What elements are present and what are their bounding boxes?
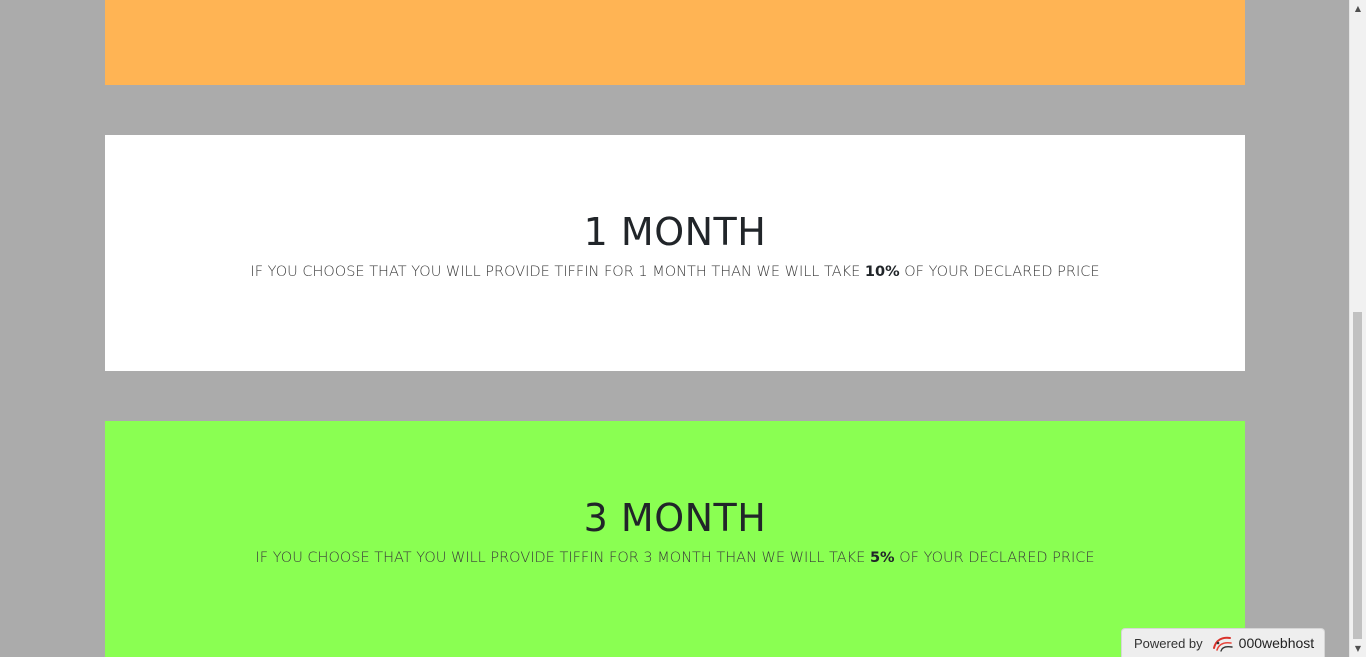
page: 1 MONTH IF YOU CHOOSE THAT YOU WILL PROV… <box>0 0 1366 657</box>
plan-percent: 5% <box>869 550 895 566</box>
plan-description-prefix: IF YOU CHOOSE THAT YOU WILL PROVIDE TIFF… <box>255 550 870 566</box>
scrollbar-thumb[interactable] <box>1353 312 1362 639</box>
one-month-plan-card: 1 MONTH IF YOU CHOOSE THAT YOU WILL PROV… <box>105 135 1245 371</box>
plan-description-suffix: OF YOUR DECLARED PRICE <box>899 264 1100 280</box>
plan-description-prefix: IF YOU CHOOSE THAT YOU WILL PROVIDE TIFF… <box>250 264 865 280</box>
three-month-plan-card: 3 MONTH IF YOU CHOOSE THAT YOU WILL PROV… <box>105 421 1245 657</box>
plan-title: 1 MONTH <box>583 210 767 254</box>
plan-description-suffix: OF YOUR DECLARED PRICE <box>894 550 1095 566</box>
powered-by-brand: 000webhost <box>1238 635 1315 651</box>
plan-title: 3 MONTH <box>583 496 767 540</box>
plan-description: IF YOU CHOOSE THAT YOU WILL PROVIDE TIFF… <box>105 265 1245 280</box>
scroll-down-arrow-icon[interactable]: ▼ <box>1350 640 1366 657</box>
powered-by-label: Powered by <box>1134 635 1203 651</box>
plan-percent: 10% <box>864 264 900 280</box>
scroll-up-arrow-icon[interactable]: ▲ <box>1350 0 1366 17</box>
powered-by-badge[interactable]: Powered by 000webhost <box>1121 628 1325 657</box>
plan-description: IF YOU CHOOSE THAT YOU WILL PROVIDE TIFF… <box>105 551 1245 566</box>
orange-plan-card <box>105 0 1245 85</box>
vertical-scrollbar[interactable]: ▲ ▼ <box>1349 0 1366 657</box>
000webhost-logo-icon <box>1212 636 1233 652</box>
